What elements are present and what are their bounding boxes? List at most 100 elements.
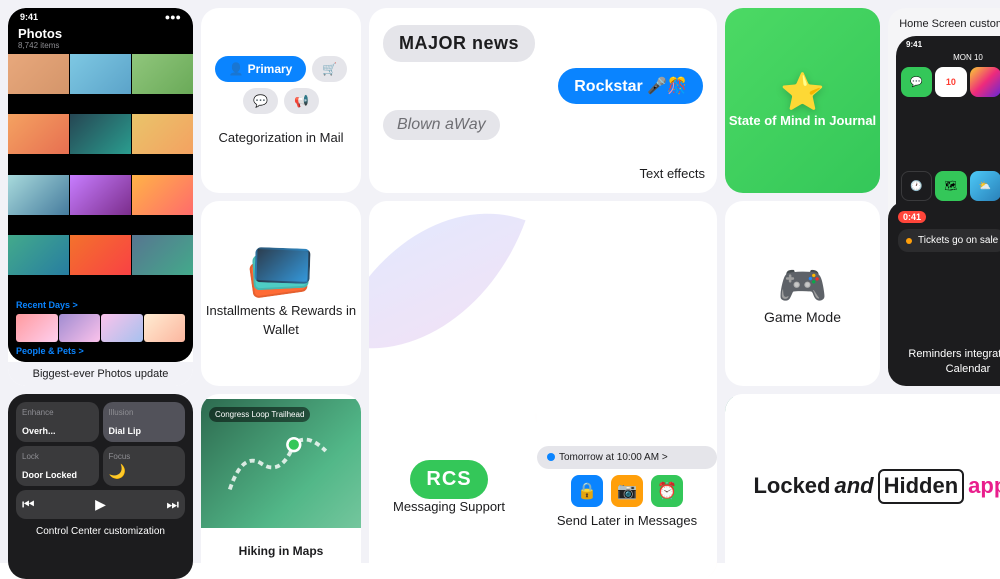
locked-apps-word: apps xyxy=(968,471,1000,502)
photo-6 xyxy=(132,114,193,154)
hiking-map-visual: Congress Loop Trailhead xyxy=(201,399,361,529)
cc-widget-media[interactable]: ⏮ ▶ ⏭ xyxy=(16,490,185,519)
major-news-bubble: MAJOR news xyxy=(383,25,535,62)
hiking-path-svg xyxy=(217,425,345,503)
recent-photo-4 xyxy=(144,314,186,342)
locked-word: Locked xyxy=(753,471,830,502)
send-later-dot xyxy=(547,453,555,461)
rcs-label: Messaging Support xyxy=(393,499,505,514)
state-of-mind-card: ⭐ State of Mind in Journal xyxy=(725,8,880,193)
rockstar-bubble: Rockstar 🎤🎊 xyxy=(558,68,703,104)
photo-1 xyxy=(8,54,69,94)
gamepad-icon: 🎮 xyxy=(778,262,828,309)
cc-lock-value: Door Locked xyxy=(22,470,93,480)
lock-screen-icon-3: ⏰ xyxy=(651,475,683,507)
send-later-bubble: Tomorrow at 10:00 AM > xyxy=(537,446,717,469)
cc-illusion-label: Illusion xyxy=(109,408,180,417)
hs-date: MON 10 xyxy=(896,51,1000,64)
photo-5 xyxy=(70,114,131,154)
messages-bubbles: MAJOR news Rockstar 🎤🎊 Blown aWay xyxy=(383,25,703,160)
wallet-icon xyxy=(251,248,311,298)
reminder-badge: 0:41 xyxy=(898,211,926,223)
reminder-dot xyxy=(906,238,912,244)
moon-icon: 🌙 xyxy=(109,463,180,480)
cc-lock-label: Lock xyxy=(22,452,93,461)
ios-logo-text: iOS xyxy=(486,349,600,431)
photo-3 xyxy=(132,54,193,94)
star-icon: ⭐ xyxy=(780,71,825,113)
wallet-card: Installments & Rewards in Wallet xyxy=(201,201,361,386)
app-messages[interactable]: 💬 xyxy=(901,67,932,97)
hiking-card: Congress Loop Trailhead Hiking in Maps xyxy=(201,394,361,579)
wallet-card-layer-3 xyxy=(254,247,310,284)
reminder-item: Tickets go on sale xyxy=(898,229,1000,252)
reminders-label: Reminders integration in Calendar xyxy=(898,347,1000,376)
cc-widget-enhance[interactable]: Enhance Overh... xyxy=(16,402,99,442)
gamemode-label: Game Mode xyxy=(764,309,841,325)
mail-label: Categorization in Mail xyxy=(218,130,343,145)
trail-label: Congress Loop Trailhead xyxy=(209,407,310,422)
phone-status-bar: 9:41 ●●● xyxy=(8,8,193,24)
cc-illusion-value: Dial Lip xyxy=(109,426,180,436)
rcs-badge: RCS xyxy=(410,460,487,499)
cc-widget-focus[interactable]: Focus 🌙 xyxy=(103,446,186,486)
reminders-card: 0:41 Tickets go on sale Reminders integr… xyxy=(888,201,1000,386)
recent-days-label[interactable]: Recent Days > xyxy=(16,298,185,312)
locked-and: and xyxy=(834,471,873,502)
locked-hidden-word: Hidden xyxy=(878,469,965,504)
hs-time: 9:41 xyxy=(906,40,922,49)
state-label: State of Mind in Journal xyxy=(729,113,876,130)
send-later-label: Send Later in Messages xyxy=(557,513,697,528)
app-weather[interactable]: ⛅ xyxy=(970,171,1000,201)
photo-7 xyxy=(8,175,69,215)
photos-card: 9:41 ●●● Photos 8,742 items xyxy=(8,8,193,386)
chat-button[interactable]: 💬 xyxy=(243,88,278,114)
rewind-icon[interactable]: ⏮ xyxy=(22,496,35,513)
cc-focus-label: Focus xyxy=(109,452,180,461)
photos-grid xyxy=(8,54,193,294)
app-maps[interactable]: 🗺 xyxy=(935,171,966,201)
locked-hidden-apps-card: Locked and Hidden apps xyxy=(725,394,1000,579)
gamemode-card: 🎮 Game Mode xyxy=(725,201,880,386)
app-photos[interactable] xyxy=(970,67,1000,97)
speaker-button[interactable]: 📢 xyxy=(284,88,319,114)
app-calendar[interactable]: 10 xyxy=(935,67,966,97)
text-effects-label: Text effects xyxy=(639,166,705,181)
cc-enhance-value: Overh... xyxy=(22,426,93,436)
recent-photo-3 xyxy=(101,314,143,342)
cart-button[interactable]: 🛒 xyxy=(312,56,347,82)
cc-widget-illusion[interactable]: Illusion Dial Lip xyxy=(103,402,186,442)
person-icon: 👤 xyxy=(229,62,244,76)
reminder-text: Tickets go on sale xyxy=(918,235,998,246)
hs-status-bar: 9:41 ▲▲▲ xyxy=(896,36,1000,51)
people-pets-label[interactable]: People & Pets > xyxy=(16,344,185,358)
lock-screen-icon-1: 🔒 xyxy=(571,475,603,507)
wallet-label: Installments & Rewards in Wallet xyxy=(201,302,361,338)
control-center-card: Enhance Overh... Illusion Dial Lip Lock … xyxy=(8,394,193,579)
app-clock[interactable]: 🕐 xyxy=(901,171,932,201)
photo-2 xyxy=(70,54,131,94)
status-icons: ●●● xyxy=(165,12,181,22)
photos-bottom: Recent Days > People & Pets > xyxy=(8,294,193,362)
mail-card: 👤 Primary 🛒 💬 📢 Categorization in Mail xyxy=(201,8,361,193)
cc-widget-lock[interactable]: Lock Door Locked xyxy=(16,446,99,486)
recent-photos-row xyxy=(16,314,185,342)
play-icon[interactable]: ▶ xyxy=(95,496,106,513)
hiking-label: Hiking in Maps xyxy=(201,528,361,574)
lockscreen-icons-row: 🔒 📷 ⏰ xyxy=(571,475,683,507)
control-center-label: Control Center customization xyxy=(16,522,185,537)
photos-count: 8,742 items xyxy=(18,41,183,50)
send-later-bubble-text: Tomorrow at 10:00 AM > xyxy=(559,452,668,463)
photo-8 xyxy=(70,175,131,215)
photo-10 xyxy=(8,235,69,275)
control-center-grid: Enhance Overh... Illusion Dial Lip Lock … xyxy=(16,402,185,519)
cc-enhance-label: Enhance xyxy=(22,408,93,417)
homescreen-label: Home Screen customization xyxy=(899,18,1000,30)
photo-12 xyxy=(132,235,193,275)
lock-screen-icon-2: 📷 xyxy=(611,475,643,507)
recent-photo-1 xyxy=(16,314,58,342)
photos-title: Photos xyxy=(18,26,183,41)
primary-button[interactable]: 👤 Primary xyxy=(215,56,307,82)
forward-icon[interactable]: ⏭ xyxy=(166,496,179,513)
photos-header: Photos 8,742 items xyxy=(8,24,193,54)
